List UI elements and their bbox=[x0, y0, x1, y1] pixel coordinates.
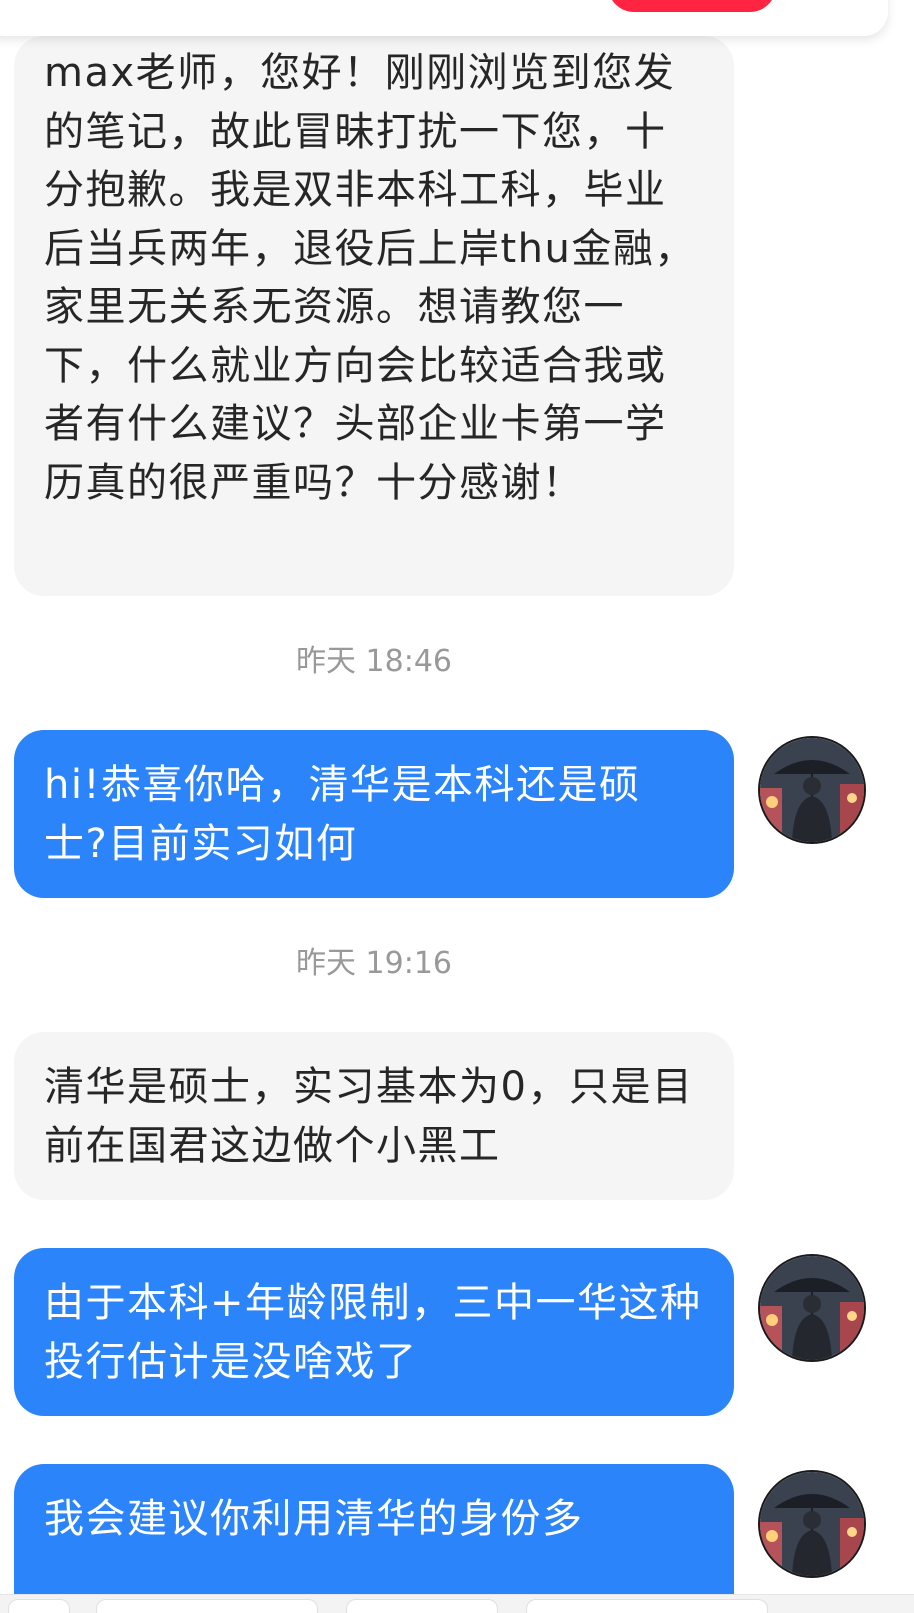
message-bubble-sent[interactable]: 由于本科+年龄限制，三中一华这种投行估计是没啥戏了 bbox=[14, 1248, 734, 1416]
message-text: 清华是硕士，实习基本为0，只是目前在国君这边做个小黑工 bbox=[44, 1064, 694, 1169]
user-avatar-icon[interactable] bbox=[758, 1470, 866, 1578]
user-avatar-icon[interactable] bbox=[758, 1254, 866, 1362]
bottom-quick-action[interactable] bbox=[8, 1599, 70, 1613]
message-text: 我会建议你利用清华的身份多 bbox=[44, 1496, 584, 1542]
top-action-button[interactable] bbox=[608, 0, 776, 12]
message-bubble-received[interactable]: 清华是硕士，实习基本为0，只是目前在国君这边做个小黑工 bbox=[14, 1032, 734, 1200]
message-bubble-received[interactable]: max老师，您好！刚刚浏览到您发的笔记，故此冒昧打扰一下您，十分抱歉。我是双非本… bbox=[14, 36, 734, 596]
bottom-quick-action[interactable] bbox=[346, 1599, 498, 1613]
bottom-quick-action[interactable] bbox=[526, 1599, 768, 1613]
user-avatar-icon[interactable] bbox=[758, 736, 866, 844]
message-text: max老师，您好！刚刚浏览到您发的笔记，故此冒昧打扰一下您，十分抱歉。我是双非本… bbox=[44, 50, 696, 506]
avatar-image bbox=[760, 738, 864, 842]
message-timestamp: 昨天 18:46 bbox=[296, 644, 452, 679]
avatar-image bbox=[760, 1256, 864, 1360]
message-text: hi!恭喜你哈，清华是本科还是硕士?目前实习如何 bbox=[44, 762, 641, 867]
message-timestamp: 昨天 19:16 bbox=[296, 946, 452, 981]
avatar-image bbox=[760, 1472, 864, 1576]
message-text: 由于本科+年龄限制，三中一华这种投行估计是没啥戏了 bbox=[44, 1280, 702, 1385]
bottom-quick-action[interactable] bbox=[96, 1599, 318, 1613]
chat-screen: max老师，您好！刚刚浏览到您发的笔记，故此冒昧打扰一下您，十分抱歉。我是双非本… bbox=[0, 0, 914, 1613]
message-bubble-sent[interactable]: 我会建议你利用清华的身份多 bbox=[14, 1464, 734, 1613]
bottom-toolbar bbox=[0, 1594, 914, 1613]
message-bubble-sent[interactable]: hi!恭喜你哈，清华是本科还是硕士?目前实习如何 bbox=[14, 730, 734, 898]
